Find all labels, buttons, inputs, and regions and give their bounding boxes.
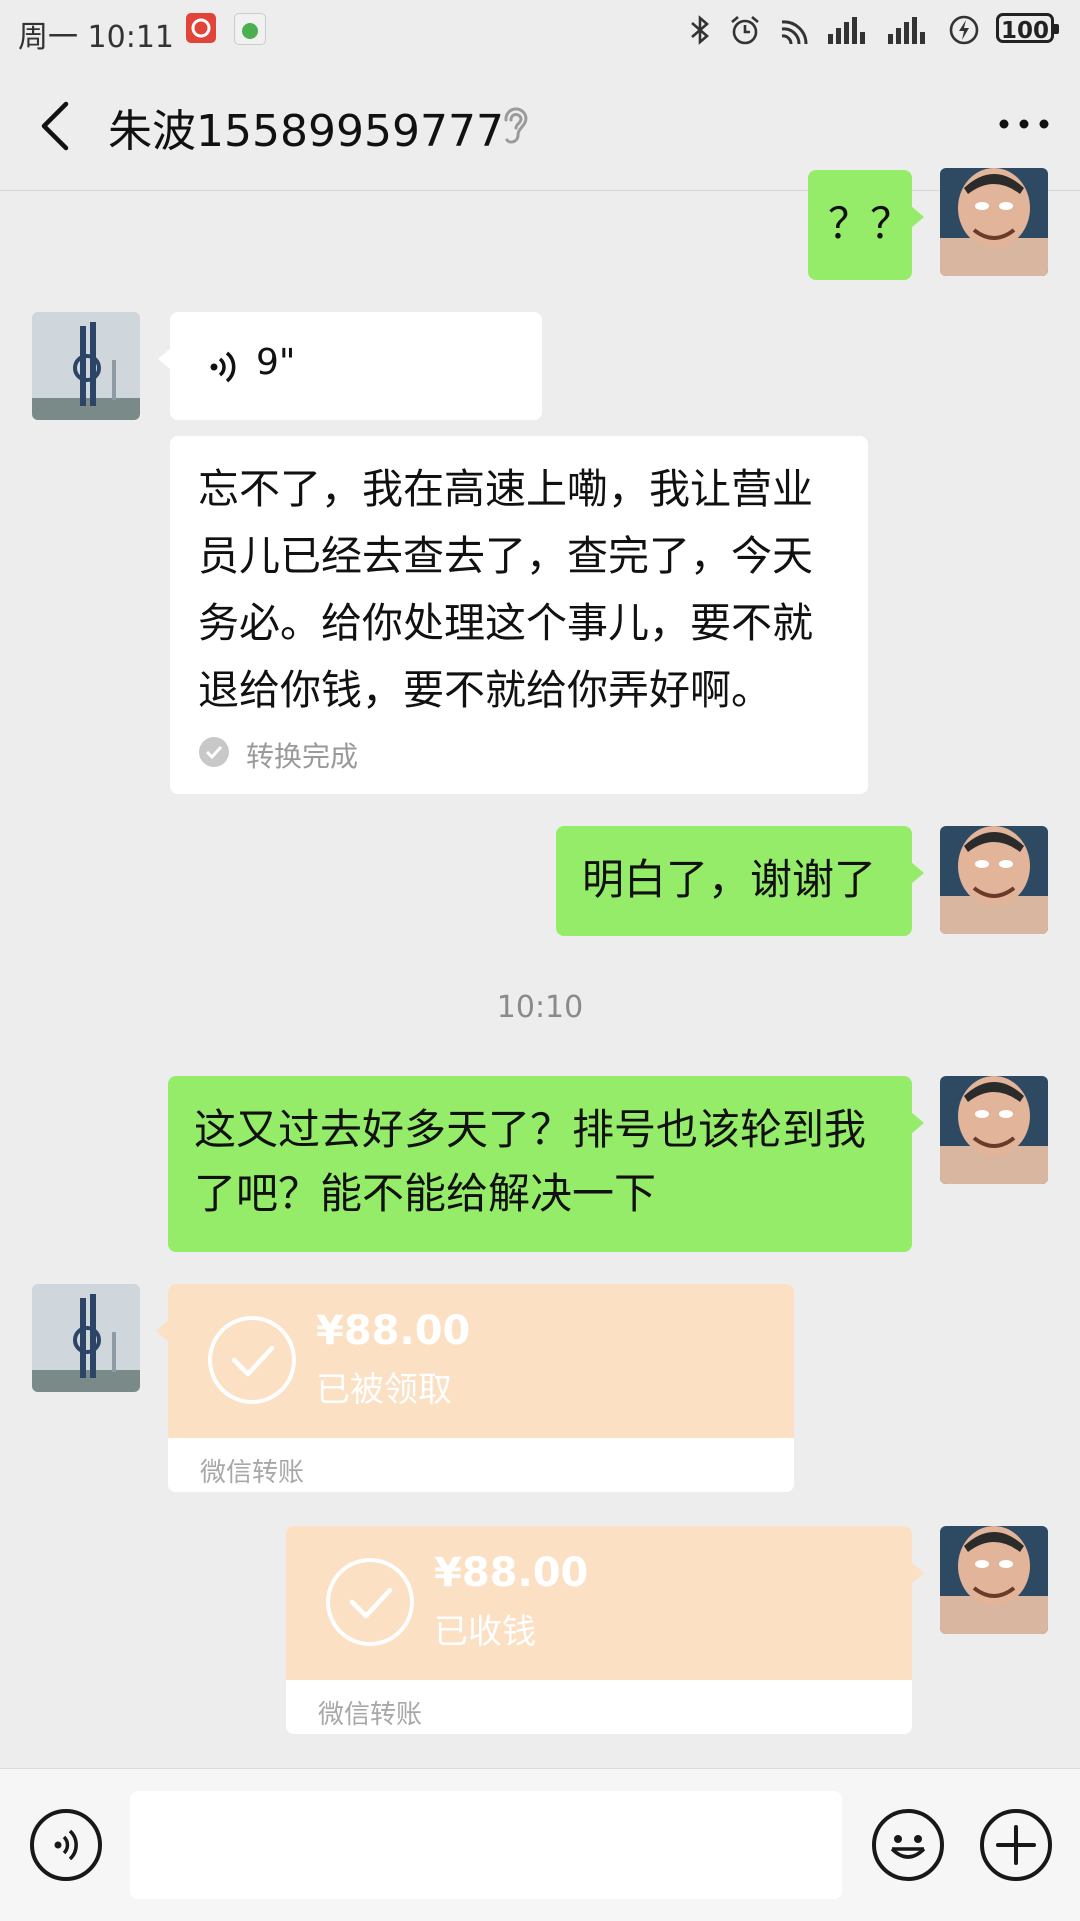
alarm-icon [731,16,759,45]
message-bubble-outgoing[interactable]: 这又过去好多天了？排号也该轮到我了吧？能不能给解决一下 [168,1076,924,1252]
transfer-check-icon [326,1558,414,1646]
transcription-text: 忘不了，我在高速上嘞，我让营业员儿已经去查去了，查完了，今天务必。给你处理这个事… [198,465,813,714]
transfer-amount: ¥88.00 [434,1550,589,1596]
battery-indicator: 100 [996,13,1059,44]
voice-message-bubble[interactable]: 9" [158,312,542,420]
transfer-amount: ¥88.00 [316,1308,471,1354]
voice-transcription-box[interactable]: 忘不了，我在高速上嘞，我让营业员儿已经去查去了，查完了，今天务必。给你处理这个事… [170,436,868,794]
contact-avatar[interactable] [32,1284,140,1392]
status-day-time: 周一 10:11 [18,20,174,55]
my-avatar[interactable] [940,1076,1048,1184]
transfer-card-received[interactable]: ¥88.00 已被领取 微信转账 [168,1284,794,1492]
plus-icon[interactable] [980,1809,1052,1881]
contact-avatar[interactable] [32,312,140,420]
chat-title: 朱波15589959777 [108,106,504,157]
wifi-icon [781,20,808,45]
transfer-label: 微信转账 [318,1700,423,1730]
timestamp: 10:10 [496,990,584,1025]
bubble-tail [911,1562,924,1584]
transfer-label: 微信转账 [200,1458,305,1488]
transfer-status: 已被领取 [316,1370,452,1410]
transcription-status: 转换完成 [246,740,359,773]
netease-music-notification-icon [186,13,216,43]
app-notification-icon [234,13,266,45]
emoji-icon[interactable] [872,1809,944,1881]
my-avatar[interactable] [940,1526,1048,1634]
status-bar: 周一 10:11 100 [0,0,1080,62]
transfer-card-top: ¥88.00 已收钱 [286,1526,912,1680]
chat-input-bar [0,1768,1080,1921]
signal-strength-2-icon [888,17,925,44]
transfer-check-icon [208,1316,296,1404]
charging-icon [949,15,979,45]
bluetooth-icon [691,15,709,45]
message-text: 这又过去好多天了？排号也该轮到我了吧？能不能给解决一下 [194,1105,867,1218]
signal-strength-icon [828,17,865,44]
voice-play-icon [210,351,236,383]
transfer-card-accepted[interactable]: ¥88.00 已收钱 微信转账 [286,1526,912,1734]
message-text: 明白了，谢谢了 [582,855,877,904]
my-avatar[interactable] [940,168,1048,276]
message-bubble-outgoing[interactable]: ？？ [808,170,924,280]
message-text: ？？ [828,199,913,248]
message-input[interactable] [130,1791,842,1899]
check-circle-icon [199,737,229,767]
voice-duration: 9" [256,342,296,383]
ear-icon [504,107,528,144]
transfer-card-top: ¥88.00 已被领取 [168,1284,794,1438]
more-dots-icon[interactable] [994,104,1054,144]
my-avatar[interactable] [940,826,1048,934]
chevron-left-icon[interactable] [36,100,76,152]
voice-icon[interactable] [30,1809,102,1881]
transfer-status: 已收钱 [434,1612,536,1652]
message-bubble-outgoing[interactable]: 明白了，谢谢了 [556,826,924,936]
chat-header: 朱波15589959777 [0,62,1080,191]
